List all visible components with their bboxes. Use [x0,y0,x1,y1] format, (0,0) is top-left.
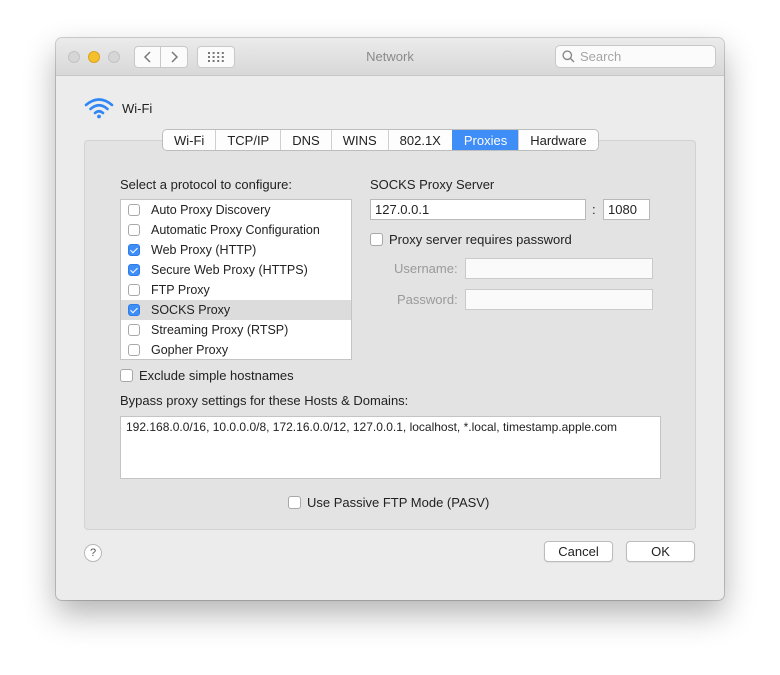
protocol-item-auto-config[interactable]: Automatic Proxy Configuration [121,220,351,240]
protocol-label: Automatic Proxy Configuration [151,223,320,237]
protocol-label: Gopher Proxy [151,343,229,357]
protocol-list[interactable]: Auto Proxy Discovery Automatic Proxy Con… [120,199,352,360]
requires-password-label: Proxy server requires password [389,232,572,247]
username-field[interactable] [465,258,653,279]
protocol-item-socks-proxy[interactable]: SOCKS Proxy [121,300,351,320]
protocol-item-secure-web-proxy[interactable]: Secure Web Proxy (HTTPS) [121,260,351,280]
protocol-label: Auto Proxy Discovery [151,203,271,217]
bypass-hosts-field[interactable]: 192.168.0.0/16, 10.0.0.0/8, 172.16.0.0/1… [120,416,661,479]
protocol-label: FTP Proxy [151,283,210,297]
passive-ftp-checkbox[interactable] [288,496,301,509]
password-label: Password: [397,292,458,307]
protocol-item-streaming-proxy[interactable]: Streaming Proxy (RTSP) [121,320,351,340]
help-button[interactable]: ? [84,544,102,562]
web-proxy-checkbox[interactable] [128,244,140,256]
search-icon [562,50,575,63]
exclude-simple-hostnames-checkbox[interactable] [120,369,133,382]
exclude-simple-hostnames-row[interactable]: Exclude simple hostnames [120,368,294,383]
tab-8021x[interactable]: 802.1X [387,130,452,150]
tab-proxies[interactable]: Proxies [451,130,519,150]
protocol-item-web-proxy[interactable]: Web Proxy (HTTP) [121,240,351,260]
settings-tabs: Wi-Fi TCP/IP DNS WINS 802.1X Proxies Har… [162,129,599,151]
interface-header: Wi-Fi [84,97,152,119]
protocol-label: Secure Web Proxy (HTTPS) [151,263,308,277]
password-field[interactable] [465,289,653,310]
cancel-button[interactable]: Cancel [544,541,613,562]
protocol-item-auto-discovery[interactable]: Auto Proxy Discovery [121,200,351,220]
proxy-port-field[interactable]: 1080 [603,199,650,220]
gopher-proxy-checkbox[interactable] [128,344,140,356]
auto-config-checkbox[interactable] [128,224,140,236]
protocol-label: Web Proxy (HTTP) [151,243,257,257]
tab-tcpip[interactable]: TCP/IP [215,130,281,150]
tab-wins[interactable]: WINS [330,130,388,150]
port-separator: : [592,202,596,217]
protocol-label: SOCKS Proxy [151,303,231,317]
search-field[interactable] [555,45,716,68]
network-window: Network Wi-Fi Wi-Fi TCP/IP DNS WINS 802.… [56,38,724,600]
requires-password-checkbox[interactable] [370,233,383,246]
exclude-simple-hostnames-label: Exclude simple hostnames [139,368,294,383]
tab-dns[interactable]: DNS [280,130,331,150]
socks-proxy-checkbox[interactable] [128,304,140,316]
proxy-server-heading: SOCKS Proxy Server [370,177,495,192]
requires-password-row[interactable]: Proxy server requires password [370,232,572,247]
protocol-item-ftp-proxy[interactable]: FTP Proxy [121,280,351,300]
title-bar: Network [56,38,724,76]
auto-discovery-checkbox[interactable] [128,204,140,216]
bypass-label: Bypass proxy settings for these Hosts & … [120,393,409,408]
search-input[interactable] [580,49,710,64]
protocol-list-heading: Select a protocol to configure: [120,177,292,192]
passive-ftp-label: Use Passive FTP Mode (PASV) [307,495,490,510]
wifi-icon [84,98,114,119]
proxy-address-field[interactable]: 127.0.0.1 [370,199,586,220]
ftp-proxy-checkbox[interactable] [128,284,140,296]
username-label: Username: [394,261,458,276]
protocol-item-gopher-proxy[interactable]: Gopher Proxy [121,340,351,360]
passive-ftp-row[interactable]: Use Passive FTP Mode (PASV) [288,495,489,510]
protocol-label: Streaming Proxy (RTSP) [151,323,289,337]
secure-web-proxy-checkbox[interactable] [128,264,140,276]
streaming-proxy-checkbox[interactable] [128,324,140,336]
tab-hardware[interactable]: Hardware [518,130,598,150]
interface-name: Wi-Fi [122,100,153,116]
tab-wifi[interactable]: Wi-Fi [163,130,216,150]
ok-button[interactable]: OK [626,541,695,562]
